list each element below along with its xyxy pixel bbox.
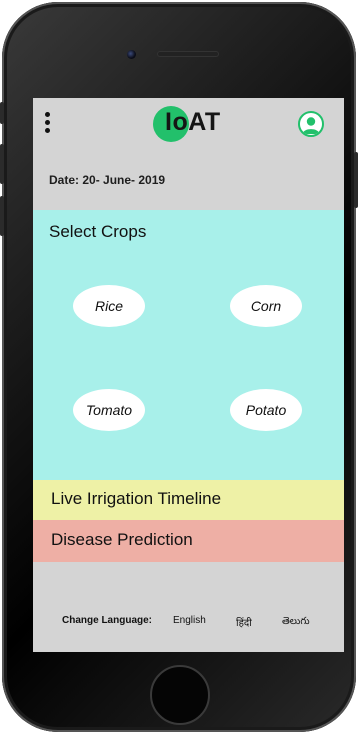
crop-button-potato[interactable]: Potato [230,389,302,431]
user-silhouette-icon [302,117,320,134]
app-screen: IoAT Date: 20- June- 2019 Select Crops R… [33,98,344,652]
crop-button-rice[interactable]: Rice [73,285,145,327]
change-language-row: Change Language: English हिंदी తెలుగు [33,613,344,629]
home-button[interactable] [150,665,210,725]
crop-button-corn[interactable]: Corn [230,285,302,327]
disease-prediction-button[interactable]: Disease Prediction [33,520,344,562]
language-option-hindi[interactable]: हिंदी [236,615,252,629]
logo-text: IoAT [165,108,221,136]
top-bar: IoAT [33,98,344,148]
user-avatar-icon[interactable] [298,111,324,137]
power-button [354,152,358,208]
live-irrigation-timeline-button[interactable]: Live Irrigation Timeline [33,480,344,520]
crop-button-tomato[interactable]: Tomato [73,389,145,431]
select-crops-title: Select Crops [49,222,147,241]
select-crops-panel: Select Crops Rice Corn Tomato Potato [33,210,344,480]
more-vertical-icon[interactable] [45,112,51,134]
volume-down-button [0,196,4,236]
app-logo: IoAT [153,106,223,142]
language-option-telugu[interactable]: తెలుగు [282,615,310,629]
language-option-english[interactable]: English [173,615,206,626]
phone-frame: IoAT Date: 20- June- 2019 Select Crops R… [0,2,358,732]
volume-up-button [0,144,4,184]
change-language-label: Change Language: [62,615,153,626]
earpiece-speaker [157,51,219,57]
date-label: Date: 20- June- 2019 [49,173,166,187]
mute-switch [0,102,4,124]
front-camera [127,50,136,59]
